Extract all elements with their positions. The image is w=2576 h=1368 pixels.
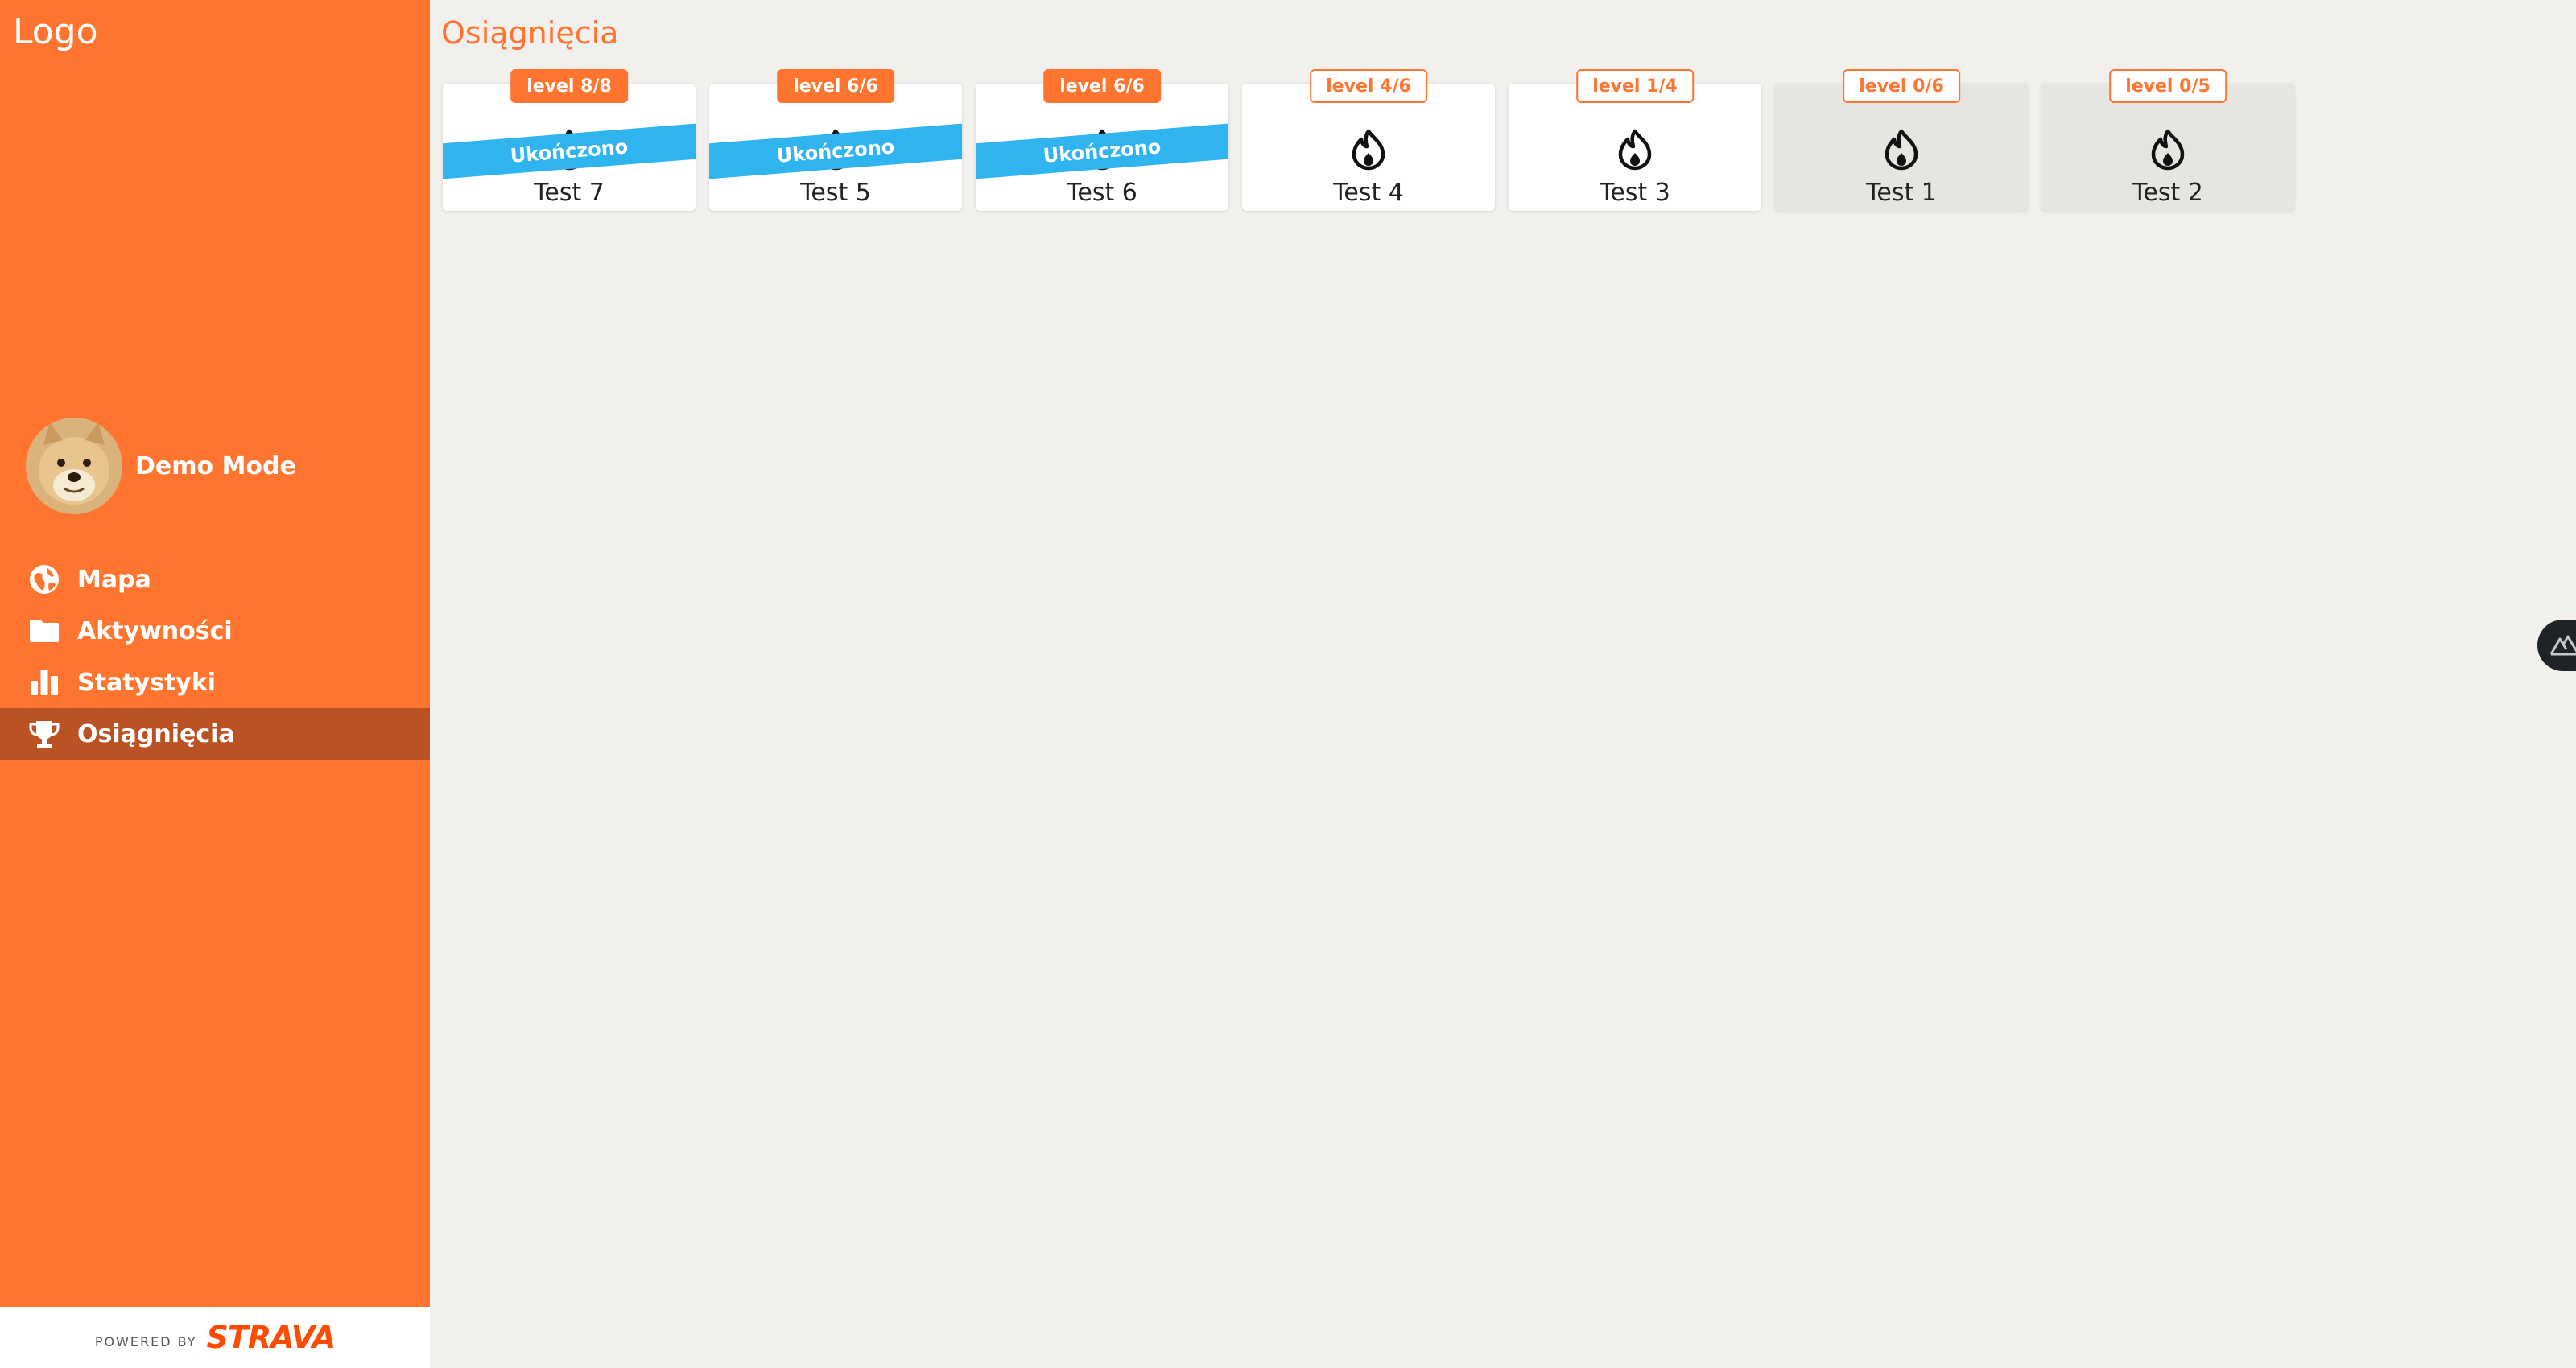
- sidebar-item-aktywnosci[interactable]: Aktywności: [0, 605, 430, 657]
- achievement-title: Test 4: [1333, 179, 1404, 207]
- trophy-icon: [27, 717, 61, 751]
- sidebar-item-label: Statystyki: [77, 668, 217, 697]
- level-badge: level 4/6: [1310, 69, 1427, 103]
- level-badge: level 6/6: [777, 69, 894, 103]
- nuxt-icon: [2549, 635, 2576, 656]
- achievement-card[interactable]: level 4/6 Test 4: [1242, 69, 1495, 211]
- devtools-toggle-button[interactable]: [2537, 620, 2576, 671]
- achievements-grid: level 8/8 Ukończono Test 7 level 6/6 Ukończo…: [443, 69, 2294, 211]
- sidebar: Logo Demo Mode Mapa Aktywności Statystyk…: [0, 0, 430, 1368]
- profile-name: Demo Mode: [135, 451, 296, 480]
- level-badge: level 8/8: [510, 69, 628, 103]
- bar-chart-icon: [27, 665, 61, 699]
- flame-icon: [2149, 129, 2187, 171]
- achievement-card[interactable]: level 8/8 Ukończono Test 7: [443, 69, 696, 211]
- level-badge: level 0/5: [2109, 69, 2227, 103]
- sidebar-nav: Mapa Aktywności Statystyki Osiągnięcia: [0, 554, 430, 760]
- achievement-card[interactable]: level 1/4 Test 3: [1509, 69, 1761, 211]
- folder-icon: [27, 614, 61, 648]
- achievement-title: Test 5: [800, 179, 871, 207]
- level-badge: level 6/6: [1043, 69, 1161, 103]
- achievement-card[interactable]: level 0/6 Test 1: [1775, 69, 2028, 211]
- flame-icon: [1882, 129, 1921, 171]
- avatar-image: [26, 418, 122, 514]
- flame-icon: [1616, 129, 1654, 171]
- sidebar-item-statystyki[interactable]: Statystyki: [0, 657, 430, 708]
- sidebar-item-label: Aktywności: [77, 616, 233, 645]
- strava-logo: STRAVA: [206, 1320, 336, 1355]
- achievement-card[interactable]: level 6/6 Ukończono Test 5: [709, 69, 962, 211]
- avatar[interactable]: [26, 418, 122, 514]
- flame-icon: [1349, 129, 1388, 171]
- sidebar-item-label: Mapa: [77, 565, 151, 594]
- achievement-title: Test 6: [1067, 179, 1137, 207]
- level-badge: level 0/6: [1843, 69, 1960, 103]
- achievement-card[interactable]: level 6/6 Ukończono Test 6: [976, 69, 1228, 211]
- globe-icon: [27, 562, 61, 596]
- powered-by-strava[interactable]: POWERED BY STRAVA: [0, 1307, 430, 1368]
- achievement-card[interactable]: level 0/5 Test 2: [2041, 69, 2294, 211]
- achievement-title: Test 3: [1600, 179, 1670, 207]
- sidebar-item-osiagniecia[interactable]: Osiągnięcia: [0, 708, 430, 760]
- user-profile[interactable]: Demo Mode: [26, 417, 296, 515]
- level-badge: level 1/4: [1576, 69, 1694, 103]
- page-title: Osiągnięcia: [441, 15, 619, 51]
- app-logo[interactable]: Logo: [13, 14, 98, 50]
- achievement-title: Test 1: [1866, 179, 1937, 207]
- powered-by-label: POWERED BY: [94, 1333, 197, 1349]
- sidebar-item-mapa[interactable]: Mapa: [0, 554, 430, 605]
- achievement-title: Test 2: [2132, 179, 2203, 207]
- achievement-title: Test 7: [534, 179, 605, 207]
- sidebar-item-label: Osiągnięcia: [77, 719, 235, 748]
